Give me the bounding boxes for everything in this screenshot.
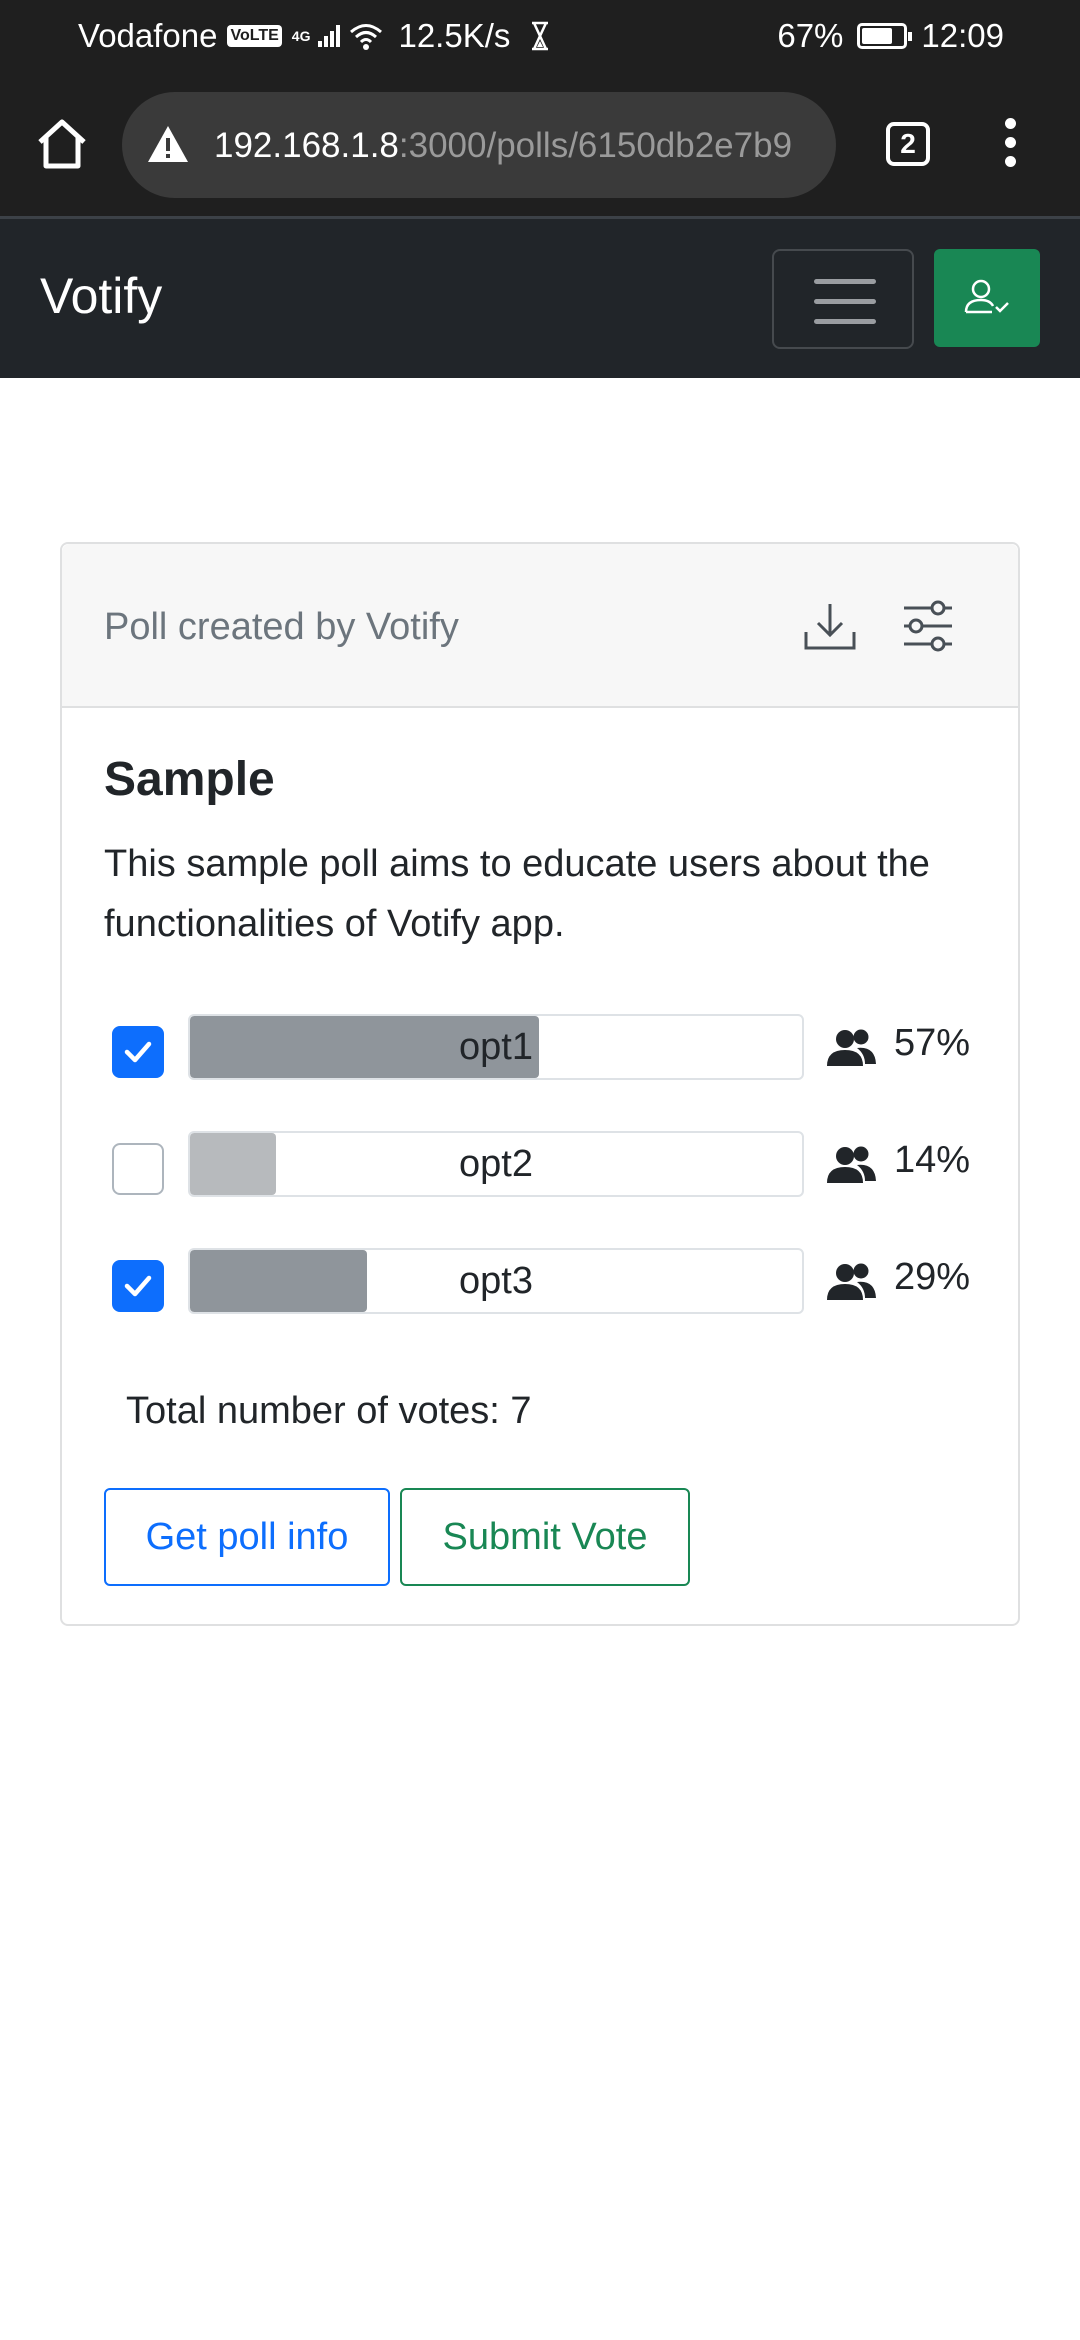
option-percentage: 14% — [894, 1139, 971, 1181]
poll-card-header: Poll created by Votify — [62, 544, 1018, 708]
tab-switcher-button[interactable]: 2 — [886, 122, 930, 166]
poll-creator: Poll created by Votify — [104, 606, 459, 648]
url-host: 192.168.1.8 — [214, 126, 399, 165]
download-icon[interactable] — [802, 598, 858, 654]
clock: 12:09 — [921, 17, 1004, 54]
voters-icon[interactable] — [824, 1262, 878, 1302]
navbar-brand[interactable]: Votify — [40, 267, 162, 325]
check-icon — [124, 1275, 152, 1297]
warning-icon[interactable] — [146, 124, 190, 164]
network-type-icon: 4G — [291, 28, 311, 44]
poll-option: opt1 57% — [112, 1014, 992, 1080]
url-path: :3000/polls/6150db2e7b9 — [398, 126, 793, 165]
battery-percent: 67% — [777, 17, 844, 54]
option-label: opt1 — [459, 1026, 533, 1068]
user-check-icon — [964, 279, 1009, 314]
option-progress-bar[interactable]: opt2 — [188, 1131, 804, 1197]
url-text: 192.168.1.8:3000/polls/6150db2e7b9 — [214, 126, 792, 166]
option-progress-bar[interactable]: opt3 — [188, 1248, 804, 1314]
option-percentage: 57% — [894, 1022, 971, 1064]
carrier-name: Vodafone — [78, 17, 218, 54]
poll-description: This sample poll aims to educate users a… — [104, 843, 930, 945]
navbar-toggler-button[interactable] — [772, 249, 914, 349]
option-label: opt2 — [459, 1143, 533, 1185]
option-progress-bar[interactable]: opt1 — [188, 1014, 804, 1080]
check-icon — [124, 1041, 152, 1063]
hourglass-icon — [532, 21, 549, 51]
option-label: opt3 — [459, 1260, 533, 1302]
volte-icon: VoLTE — [227, 25, 282, 47]
wifi-icon — [350, 24, 383, 50]
network-speed: 12.5K/s — [398, 17, 511, 54]
home-icon[interactable] — [32, 114, 92, 174]
address-bar[interactable]: 192.168.1.8:3000/polls/6150db2e7b9 — [122, 92, 836, 198]
app-navbar: Votify — [0, 216, 1080, 378]
voters-icon[interactable] — [824, 1145, 878, 1185]
option-checkbox[interactable] — [112, 1260, 164, 1312]
user-account-button[interactable] — [934, 249, 1040, 347]
poll-title: Sample — [104, 753, 275, 806]
option-checkbox[interactable] — [112, 1026, 164, 1078]
browser-toolbar: 192.168.1.8:3000/polls/6150db2e7b9 2 — [0, 74, 1080, 216]
voters-icon[interactable] — [824, 1028, 878, 1068]
poll-option: opt2 14% — [112, 1131, 992, 1197]
get-poll-info-button[interactable]: Get poll info — [104, 1488, 390, 1586]
more-options-icon[interactable] — [998, 118, 1022, 172]
signal-icon — [318, 25, 341, 47]
total-votes: Total number of votes: 7 — [126, 1390, 532, 1432]
poll-card: Poll created by Votify Sample This sampl… — [60, 542, 1020, 1626]
battery-icon — [857, 23, 913, 49]
option-percentage: 29% — [894, 1256, 971, 1298]
submit-vote-button[interactable]: Submit Vote — [400, 1488, 690, 1586]
sliders-icon[interactable] — [900, 598, 956, 654]
option-checkbox[interactable] — [112, 1143, 164, 1195]
poll-option: opt3 29% — [112, 1248, 992, 1314]
status-bar: Vodafone VoLTE 4G 12.5K/s 67% 12:09 — [0, 0, 1080, 74]
